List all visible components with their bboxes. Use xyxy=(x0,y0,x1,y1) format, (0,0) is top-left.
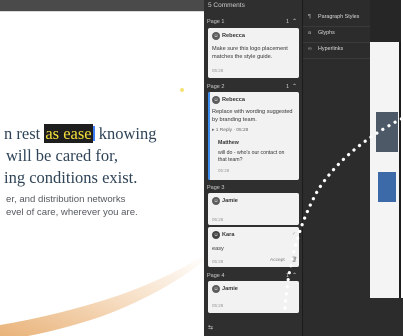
avatar: ☺ xyxy=(212,32,220,40)
side-panel-item-label: Glyphs xyxy=(318,30,335,36)
chevron-up-icon[interactable]: ⌃ xyxy=(292,83,297,90)
group-count: 1 xyxy=(285,19,289,25)
comment-time: 05:28 xyxy=(212,68,224,73)
reply-summary[interactable]: ▸ 1 Reply · 05:28 xyxy=(212,128,248,133)
side-panel-item-hyperlinks[interactable]: ∞ Hyperlinks xyxy=(308,46,343,52)
avatar: ☺ xyxy=(212,197,220,205)
background-window xyxy=(370,0,403,336)
comment-author: Rebecca xyxy=(222,97,246,103)
reply-author: Matthew xyxy=(218,140,239,146)
background-thumbnail xyxy=(378,172,396,202)
comment-time: 05:28 xyxy=(212,217,224,222)
group-label: Page 3 xyxy=(207,185,225,191)
comment-time: 05:28 xyxy=(212,303,224,308)
background-window-footer xyxy=(370,298,403,336)
divider xyxy=(303,26,371,27)
comment-card[interactable]: ☺ Jamie 05:28 xyxy=(208,281,299,313)
group-count: 1 xyxy=(285,84,289,90)
avatar: ☺ xyxy=(212,96,220,104)
divider xyxy=(303,58,371,59)
headline-line-3[interactable]: ing conditions exist. xyxy=(4,168,137,188)
side-panel[interactable]: ¶ Paragraph Styles a Glyphs ∞ Hyperlinks xyxy=(302,0,371,336)
comment-author: Rebecca xyxy=(222,33,246,39)
comment-group-page-4[interactable]: Page 4 1 ⌃ xyxy=(207,273,299,281)
comment-card[interactable]: ☺ Rebecca Make sure this logo placement … xyxy=(208,28,299,78)
headline-text-post: knowing xyxy=(94,124,157,143)
body-line-1[interactable]: er, and distribution networks xyxy=(6,194,125,205)
divider xyxy=(303,42,371,43)
document-top-strip xyxy=(0,0,204,11)
chevron-up-icon[interactable]: ⌃ xyxy=(292,272,297,279)
side-panel-item-glyphs[interactable]: a Glyphs xyxy=(308,30,335,36)
group-label: Page 2 xyxy=(207,84,225,90)
comment-card[interactable]: ☺ Kara ✓ easy 05:28 Accept 🗑 xyxy=(208,227,299,267)
highlighted-text[interactable]: as ease xyxy=(44,124,93,143)
comment-text: Make sure this logo placement matches th… xyxy=(212,46,288,60)
side-panel-item-label: Paragraph Styles xyxy=(318,14,360,20)
reply-summary-text: 1 Reply · 05:28 xyxy=(215,128,249,133)
selection-accent xyxy=(208,92,210,180)
comment-card-selected[interactable]: ☺ Rebecca Replace with wording suggested… xyxy=(208,92,299,180)
avatar: ☺ xyxy=(212,285,220,293)
hyperlinks-icon: ∞ xyxy=(308,46,312,52)
document-canvas[interactable]: n rest as ease knowing will be cared for… xyxy=(0,0,204,336)
comment-group-page-2[interactable]: Page 2 1 ⌃ xyxy=(207,84,299,92)
comment-time: 05:28 xyxy=(212,259,224,264)
paragraph-styles-icon: ¶ xyxy=(308,14,311,20)
decorative-spark xyxy=(180,88,184,92)
background-window-body xyxy=(370,42,401,298)
resolve-check-icon[interactable]: ✓ xyxy=(292,231,296,237)
reply-text: will do - who's our contact on that team… xyxy=(218,150,285,163)
document-top-divider xyxy=(0,11,204,12)
group-count: 1 xyxy=(285,273,289,279)
comment-text: easy xyxy=(212,246,224,252)
headline-text-pre: n rest xyxy=(4,124,45,143)
glyphs-icon: a xyxy=(308,30,311,36)
comments-panel-footer-icon[interactable]: ⇆ xyxy=(208,324,213,331)
comment-card[interactable]: ☺ Jamie 05:28 xyxy=(208,193,299,225)
accept-button[interactable]: Accept xyxy=(270,258,285,263)
comment-author: Kara xyxy=(222,232,235,238)
comments-panel-title: 5 Comments xyxy=(208,2,245,9)
comment-group-page-3[interactable]: Page 3 xyxy=(207,185,299,193)
side-panel-item-paragraph-styles[interactable]: ¶ Paragraph Styles xyxy=(308,14,359,20)
body-line-2[interactable]: evel of care, wherever you are. xyxy=(6,207,138,218)
comment-author: Jamie xyxy=(222,286,238,292)
comment-group-page-1[interactable]: Page 1 1 ⌃ xyxy=(207,19,299,27)
comment-text: Replace with wording suggested by brandi… xyxy=(212,109,293,123)
background-thumbnail xyxy=(376,112,398,152)
chevron-up-icon[interactable]: ⌃ xyxy=(292,18,297,25)
background-window-header xyxy=(370,0,401,42)
group-label: Page 4 xyxy=(207,273,225,279)
side-panel-item-label: Hyperlinks xyxy=(318,46,344,52)
reply-time: 05:28 xyxy=(218,168,230,173)
comments-panel[interactable]: 5 Comments Page 1 1 ⌃ ☺ Rebecca Make sur… xyxy=(204,0,302,336)
group-label: Page 1 xyxy=(207,19,225,25)
decorative-gradient-sweep xyxy=(0,255,204,336)
headline-line-1[interactable]: n rest as ease knowing xyxy=(4,124,156,144)
avatar: ☺ xyxy=(212,231,220,239)
headline-line-2[interactable]: will be cared for, xyxy=(6,146,118,166)
comment-author: Jamie xyxy=(222,198,238,204)
trash-icon[interactable]: 🗑 xyxy=(291,257,297,263)
